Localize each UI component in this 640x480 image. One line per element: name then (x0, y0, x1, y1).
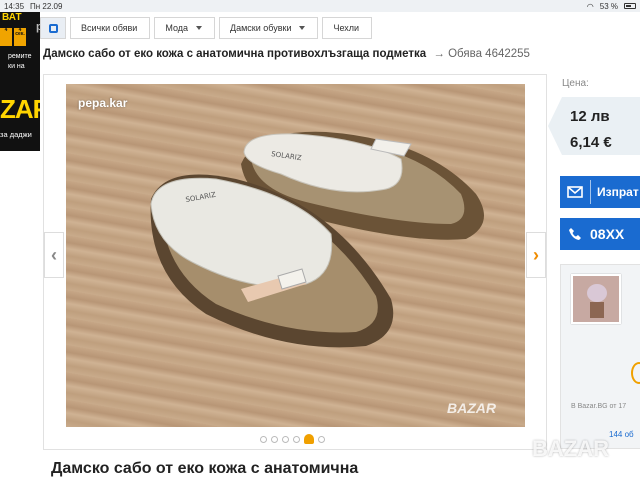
ad-line2: ремите ки на (8, 53, 32, 70)
send-message-button[interactable]: Изпрат (560, 176, 640, 208)
ad-tile: 4 (0, 28, 12, 46)
breadcrumb-item-womens-shoes[interactable]: Дамски обувки (219, 17, 319, 39)
gallery-dot[interactable] (271, 435, 278, 443)
breadcrumb-label: Мода (165, 23, 189, 33)
ad-number: Обява 4642255 (448, 48, 530, 60)
seller-avatar[interactable] (571, 274, 621, 324)
breadcrumb-home[interactable] (40, 17, 66, 39)
listing-title: Дамско сабо от еко кожа с анатомична про… (43, 48, 427, 60)
wifi-icon: ◠ (586, 1, 594, 11)
chevron-down-icon[interactable] (196, 26, 203, 30)
shoes-illustration: SOLARIZ SOLARIZ (150, 131, 484, 348)
ad-tile: 4 сек. (14, 28, 26, 46)
price-lv: 12 лв (570, 108, 610, 125)
breadcrumb-label: Дамски обувки (230, 23, 292, 33)
gallery-dot[interactable] (282, 435, 289, 443)
arrow-icon: → (433, 48, 445, 60)
status-time: 14:35 (4, 1, 25, 11)
gallery-dot-active[interactable] (304, 434, 314, 444)
ad-brand: ZAR (0, 94, 40, 124)
breadcrumb-label: Всички обяви (81, 23, 138, 33)
ad-countdown: 4 4 сек. (0, 28, 26, 46)
breadcrumb-label: Чехли (333, 23, 360, 33)
chevron-right-icon: › (533, 244, 539, 265)
breadcrumb-item-all[interactable]: Всички обяви (70, 17, 151, 39)
gallery-dot[interactable] (293, 435, 300, 443)
envelope-icon (560, 186, 590, 198)
seller-badge-icon (631, 362, 640, 384)
status-date: Пн 22.09 (30, 1, 63, 11)
phone-icon (560, 227, 590, 241)
home-icon (48, 23, 58, 33)
site-logo-watermark: BAZAR (532, 436, 609, 461)
gallery-dots (260, 434, 325, 444)
ad-banner[interactable]: ВАТ 4 4сек. ремите ки на ZAR за даджи (0, 12, 40, 151)
seller-since: В Bazar.BG от 17 (571, 403, 627, 410)
chevron-down-icon[interactable] (299, 26, 306, 30)
chevron-left-icon: ‹ (51, 244, 57, 265)
battery-icon (624, 3, 636, 9)
page-title: Дамско сабо от еко кожа с анатомична про… (43, 48, 530, 60)
gallery-next-button[interactable]: › (526, 232, 546, 278)
gallery-dot[interactable] (318, 435, 325, 443)
breadcrumb-item-slippers[interactable]: Чехли (322, 17, 373, 39)
button-divider (590, 180, 591, 204)
battery-percent: 53 % (599, 1, 618, 11)
gallery-dot[interactable] (260, 435, 267, 443)
price-eur: 6,14 € (570, 134, 612, 151)
seller-ads-link[interactable]: 144 об (609, 430, 634, 439)
price-label: Цена: (562, 78, 589, 89)
phone-number: 08XX (590, 226, 625, 242)
send-message-label: Изпрат (597, 185, 639, 199)
photo-watermark: pepa.kar (78, 96, 128, 110)
breadcrumb-item-fashion[interactable]: Мода (154, 17, 216, 39)
ad-line3: за даджи (0, 130, 32, 139)
phone-button[interactable]: 08XX (560, 218, 640, 250)
listing-photo[interactable]: SOLARIZ SOLARIZ (66, 84, 525, 427)
gallery-prev-button[interactable]: ‹ (44, 232, 64, 278)
status-bar: 14:35 Пн 22.09 ◠ 53 % (0, 0, 640, 12)
description-title: Дамско сабо от еко кожа с анатомична (51, 460, 359, 477)
photo-bazar-watermark: BAZAR (447, 400, 496, 416)
ad-line1: ВАТ (2, 12, 22, 23)
breadcrumb: Всички обяви Мода Дамски обувки Чехли (40, 16, 376, 40)
